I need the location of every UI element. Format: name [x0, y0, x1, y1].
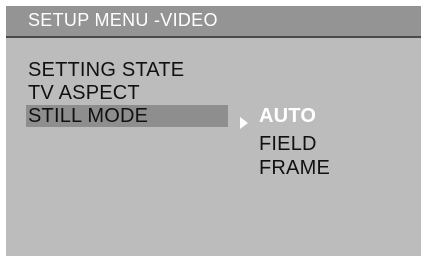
menu-item-still-mode[interactable]: STILL MODE [26, 105, 228, 127]
option-field[interactable]: FIELD [259, 133, 317, 155]
video-setup-menu-screen: SETUP MENU -VIDEO SETTING STATE TV ASPEC… [6, 6, 421, 256]
menu-title: SETUP MENU -VIDEO [28, 10, 218, 30]
title-bar: SETUP MENU -VIDEO [6, 6, 421, 36]
menu-item-setting-state[interactable]: SETTING STATE [28, 59, 184, 81]
option-frame[interactable]: FRAME [259, 157, 330, 179]
menu-item-tv-aspect[interactable]: TV ASPECT [28, 82, 140, 104]
selection-arrow-icon [240, 117, 248, 129]
option-auto[interactable]: AUTO [259, 105, 316, 127]
title-divider [6, 36, 421, 38]
